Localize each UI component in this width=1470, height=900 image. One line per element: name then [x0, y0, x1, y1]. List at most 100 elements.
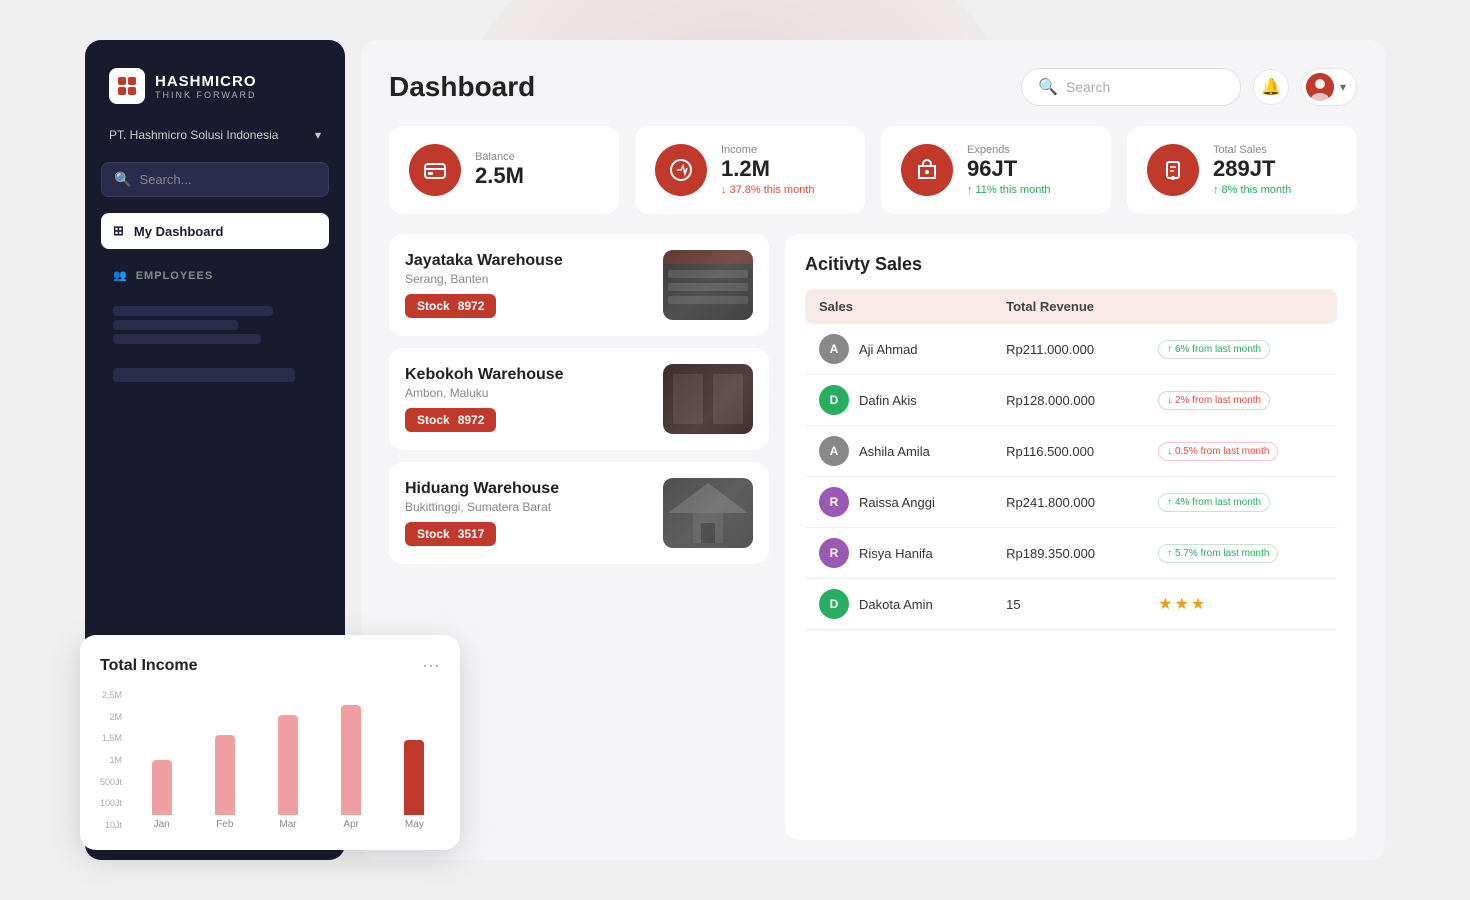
company-selector[interactable]: PT. Hashmicro Solusi Indonesia ▾: [101, 124, 329, 146]
person-cell: R Risya Hanifa: [819, 538, 978, 568]
table-row: A Ashila Amila Rp116.500.000 ↓ 0.5% from…: [805, 426, 1337, 477]
table-row: D Dakota Amin 15 ★★★: [805, 579, 1337, 630]
x-axis-label: Feb: [216, 819, 233, 830]
chart-bar: [215, 735, 235, 815]
sidebar-placeholder-2: [113, 320, 238, 330]
page-title: Dashboard: [389, 71, 535, 103]
balance-label: Balance: [475, 151, 524, 163]
search-bar-icon: 🔍: [1038, 77, 1058, 97]
company-name: PT. Hashmicro Solusi Indonesia: [109, 128, 278, 142]
change-cell: ↓ 2% from last month: [1144, 375, 1337, 426]
sidebar-placeholder-3: [113, 334, 261, 344]
person-name: Aji Ahmad: [859, 342, 918, 357]
revenue-cell: Rp116.500.000: [992, 426, 1144, 477]
logo-text: HASHMICRO THINK FORWARD: [155, 73, 257, 100]
sidebar-section-employees: 👥 EMPLOYEES: [101, 265, 329, 286]
warehouse-name-2: Hiduang Warehouse: [405, 480, 649, 498]
income-value: 1.2M: [721, 156, 815, 182]
table-row: R Risya Hanifa Rp189.350.000 ↑ 5.7% from…: [805, 528, 1337, 579]
stat-card-expends: Expends 96JT ↑ 11% this month: [881, 126, 1111, 214]
search-icon: 🔍: [114, 171, 131, 188]
change-badge: ↑ 6% from last month: [1158, 340, 1270, 359]
x-axis-label: Apr: [343, 819, 359, 830]
change-cell: ↑ 5.7% from last month: [1144, 528, 1337, 579]
user-avatar-button[interactable]: ▾: [1301, 68, 1357, 106]
person-avatar: R: [819, 538, 849, 568]
person-cell: A Ashila Amila: [819, 436, 978, 466]
col-revenue: Total Revenue: [992, 289, 1144, 324]
brand-tagline: THINK FORWARD: [155, 90, 257, 100]
search-bar[interactable]: 🔍: [1021, 68, 1241, 106]
x-axis-label: May: [405, 819, 424, 830]
revenue-cell: Rp128.000.000: [992, 375, 1144, 426]
income-widget: Total Income ··· 2,5M 2M 1,5M 1M 500Jt 1…: [80, 635, 460, 850]
sidebar-logo: HASHMICRO THINK FORWARD: [101, 64, 329, 108]
header-right: 🔍 🔔 ▾: [1021, 68, 1357, 106]
warehouse-info-1: Kebokoh Warehouse Ambon, Maluku Stock 89…: [405, 366, 649, 432]
sidebar-placeholder-4: [113, 368, 295, 382]
sidebar-item-label: My Dashboard: [134, 224, 224, 239]
change-badge: ↑ 4% from last month: [1158, 493, 1270, 512]
change-badge: ↓ 0.5% from last month: [1158, 442, 1278, 461]
header: Dashboard 🔍 🔔: [389, 68, 1357, 106]
bell-icon: 🔔: [1261, 77, 1281, 97]
bar-group: Jan: [136, 760, 187, 830]
warehouse-img-1: [663, 364, 753, 434]
sidebar-item-dashboard[interactable]: ⊞ My Dashboard: [101, 213, 329, 249]
warehouse-name-0: Jayataka Warehouse: [405, 252, 649, 270]
revenue-cell: 15: [992, 579, 1144, 630]
col-sales: Sales: [805, 289, 992, 324]
search-input[interactable]: [1066, 79, 1224, 95]
section-label-text: EMPLOYEES: [136, 270, 213, 282]
warehouse-loc-0: Serang, Banten: [405, 272, 649, 286]
person-avatar: A: [819, 334, 849, 364]
chart-bar: [341, 705, 361, 815]
dashboard-icon: ⊞: [113, 223, 124, 239]
warehouse-img-2: [663, 478, 753, 548]
income-label: Income: [721, 144, 815, 156]
bar-group: Feb: [199, 735, 250, 830]
person-avatar: D: [819, 589, 849, 619]
income-widget-title: Total Income: [100, 657, 198, 675]
stock-label-0: Stock: [417, 299, 450, 313]
change-cell: ↑ 4% from last month: [1144, 477, 1337, 528]
more-options-button[interactable]: ···: [422, 655, 440, 676]
stock-badge-0: Stock 8972: [405, 294, 496, 318]
activity-table: Sales Total Revenue A Aji Ahmad Rp211.00…: [805, 289, 1337, 630]
totalsales-change: ↑ 8% this month: [1213, 184, 1291, 196]
bottom-area: Jayataka Warehouse Serang, Banten Stock …: [389, 234, 1357, 840]
sidebar-search-box[interactable]: 🔍: [101, 162, 329, 197]
revenue-cell: Rp241.800.000: [992, 477, 1144, 528]
stat-card-income: Income 1.2M ↓ 37.8% this month: [635, 126, 865, 214]
sidebar-placeholder-items: [101, 302, 329, 348]
person-avatar: R: [819, 487, 849, 517]
change-cell: ↑ 6% from last month: [1144, 324, 1337, 375]
warehouse-img-0: [663, 250, 753, 320]
totalsales-icon: [1147, 144, 1199, 196]
warehouse-info-0: Jayataka Warehouse Serang, Banten Stock …: [405, 252, 649, 318]
chart-bar: [278, 715, 298, 815]
totalsales-label: Total Sales: [1213, 144, 1291, 156]
table-row: D Dafin Akis Rp128.000.000 ↓ 2% from las…: [805, 375, 1337, 426]
person-avatar: D: [819, 385, 849, 415]
stock-label-2: Stock: [417, 527, 450, 541]
warehouse-card-1: Kebokoh Warehouse Ambon, Maluku Stock 89…: [389, 348, 769, 450]
warehouse-loc-2: Bukittinggi, Sumatera Barat: [405, 500, 649, 514]
sidebar-search-input[interactable]: [139, 172, 316, 187]
warehouse-card-2: Hiduang Warehouse Bukittinggi, Sumatera …: [389, 462, 769, 564]
income-info: Income 1.2M ↓ 37.8% this month: [721, 144, 815, 196]
stock-value-0: 8972: [458, 299, 485, 313]
main-content: Dashboard 🔍 🔔: [361, 40, 1385, 860]
notification-button[interactable]: 🔔: [1253, 69, 1289, 105]
revenue-cell: Rp189.350.000: [992, 528, 1144, 579]
stock-badge-1: Stock 8972: [405, 408, 496, 432]
activity-panel: Acitivty Sales Sales Total Revenue A Aji…: [785, 234, 1357, 840]
person-cell: R Raissa Anggi: [819, 487, 978, 517]
expends-label: Expends: [967, 144, 1051, 156]
brand-name: HASHMICRO: [155, 73, 257, 90]
person-cell: A Aji Ahmad: [819, 334, 978, 364]
person-cell: D Dafin Akis: [819, 385, 978, 415]
warehouse-loc-1: Ambon, Maluku: [405, 386, 649, 400]
x-axis-label: Mar: [279, 819, 296, 830]
totalsales-value: 289JT: [1213, 156, 1291, 182]
